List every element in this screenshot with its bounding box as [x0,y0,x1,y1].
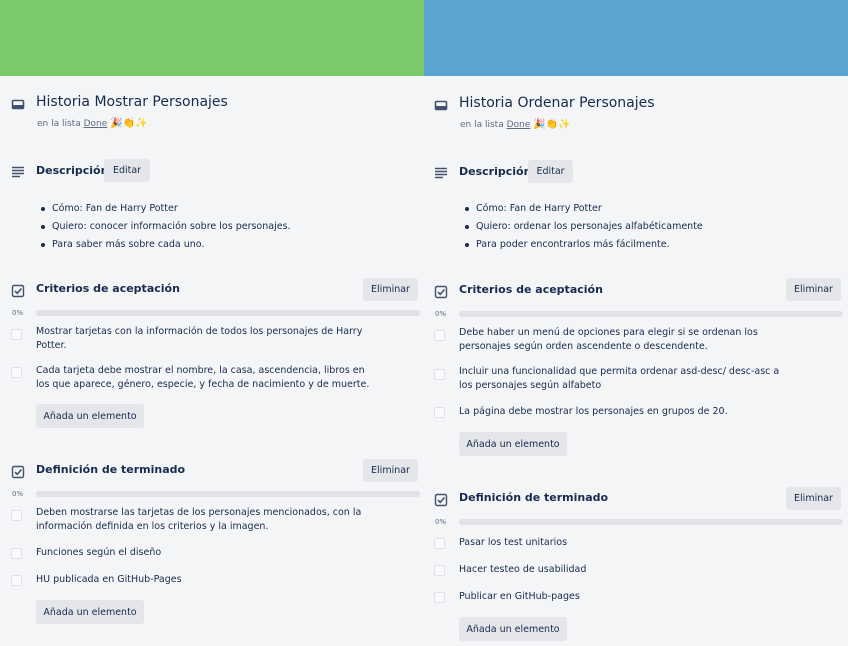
checklist-item-text[interactable]: Funciones según el diseño [36,546,161,560]
delete-checklist-button[interactable]: Eliminar [786,487,841,510]
checklist-item-text[interactable]: Deben mostrarse las tarjetas de los pers… [36,506,361,534]
checklist-item-text[interactable]: Hacer testeo de usabilidad [459,563,586,577]
checklist-item-text[interactable]: Mostrar tarjetas con la información de t… [36,325,362,353]
delete-checklist-button[interactable]: Eliminar [363,278,418,301]
description-list: Cómo: Fan de Harry Potter Quiero: conoce… [39,202,291,256]
checklist-item-checkbox[interactable] [11,575,22,586]
add-item-button[interactable]: Añada un elemento [459,617,567,641]
checklist-item-checkbox[interactable] [11,367,22,378]
progress-bar [36,310,420,316]
checklist-item-checkbox[interactable] [11,329,22,340]
card-list-info: en la lista Done 🎉👏✨ [37,118,148,129]
checklist-icon [11,283,25,298]
progress-bar [459,519,843,525]
description-item: Para poder encontrarlos más fácilmente. [463,238,703,256]
card-panel-left: Historia Mostrar Personajes en la lista … [0,0,424,646]
checklist-item-checkbox[interactable] [434,592,445,603]
checklist-item-text[interactable]: Incluir una funcionalidad que permita or… [459,365,779,393]
description-item: Cómo: Fan de Harry Potter [463,202,703,220]
checklist-item-text[interactable]: Cada tarjeta debe mostrar el nombre, la … [36,364,369,392]
checklist-icon [11,464,25,479]
description-icon [11,164,25,178]
delete-checklist-button[interactable]: Eliminar [786,278,841,301]
description-item: Para saber más sobre cada uno. [39,238,291,256]
checklist-item-checkbox[interactable] [434,330,445,341]
card-icon [11,97,25,111]
progress-percent: 0% [12,309,24,317]
list-link[interactable]: Done [507,120,531,130]
checklist-title[interactable]: Definición de terminado [36,463,185,476]
add-item-button[interactable]: Añada un elemento [36,404,144,428]
list-emojis: 🎉👏✨ [110,118,148,129]
card-cover[interactable] [424,0,848,76]
card-title[interactable]: Historia Mostrar Personajes [36,94,228,110]
progress-percent: 0% [435,310,447,318]
checklist-item-checkbox[interactable] [434,565,445,576]
description-item: Quiero: conocer información sobre los pe… [39,220,291,238]
checklist-item-checkbox[interactable] [11,548,22,559]
card-cover[interactable] [0,0,424,76]
checklist-item-checkbox[interactable] [434,369,445,380]
add-item-button[interactable]: Añada un elemento [459,432,567,456]
checklist-title[interactable]: Criterios de aceptación [459,283,603,296]
list-prefix: en la lista [460,120,504,130]
checklist-icon [434,492,448,507]
card-icon [434,98,448,112]
progress-percent: 0% [435,518,447,526]
progress-bar [459,311,843,317]
checklist-item-text[interactable]: Publicar en GitHub-pages [459,590,580,604]
description-icon [434,165,448,179]
description-item: Cómo: Fan de Harry Potter [39,202,291,220]
card-list-info: en la lista Done 🎉👏✨ [460,119,571,130]
edit-description-button[interactable]: Editar [528,160,573,183]
progress-percent: 0% [12,490,24,498]
progress-bar [36,491,420,497]
checklist-item-text[interactable]: Debe haber un menú de opciones para eleg… [459,326,758,354]
checklist-item-text[interactable]: Pasar los test unitarios [459,536,567,550]
checklist-item-text[interactable]: La página debe mostrar los personajes en… [459,405,728,419]
list-link[interactable]: Done [84,119,108,129]
card-title[interactable]: Historia Ordenar Personajes [459,95,655,111]
checklist-item-checkbox[interactable] [434,407,445,418]
checklist-item-text[interactable]: HU publicada en GitHub-Pages [36,573,182,587]
edit-description-button[interactable]: Editar [104,159,150,182]
checklist-item-checkbox[interactable] [11,510,22,521]
checklist-item-checkbox[interactable] [434,538,445,549]
description-list: Cómo: Fan de Harry Potter Quiero: ordena… [463,202,703,256]
card-panel-right: Historia Ordenar Personajes en la lista … [424,0,848,646]
delete-checklist-button[interactable]: Eliminar [363,459,418,482]
add-item-button[interactable]: Añada un elemento [36,600,144,624]
checklist-title[interactable]: Criterios de aceptación [36,282,180,295]
description-heading: Descripción [459,165,532,178]
description-item: Quiero: ordenar los personajes alfabétic… [463,220,703,238]
checklist-title[interactable]: Definición de terminado [459,491,608,504]
list-emojis: 🎉👏✨ [533,119,571,130]
checklist-icon [434,284,448,299]
list-prefix: en la lista [37,119,81,129]
description-heading: Descripción [36,164,109,177]
